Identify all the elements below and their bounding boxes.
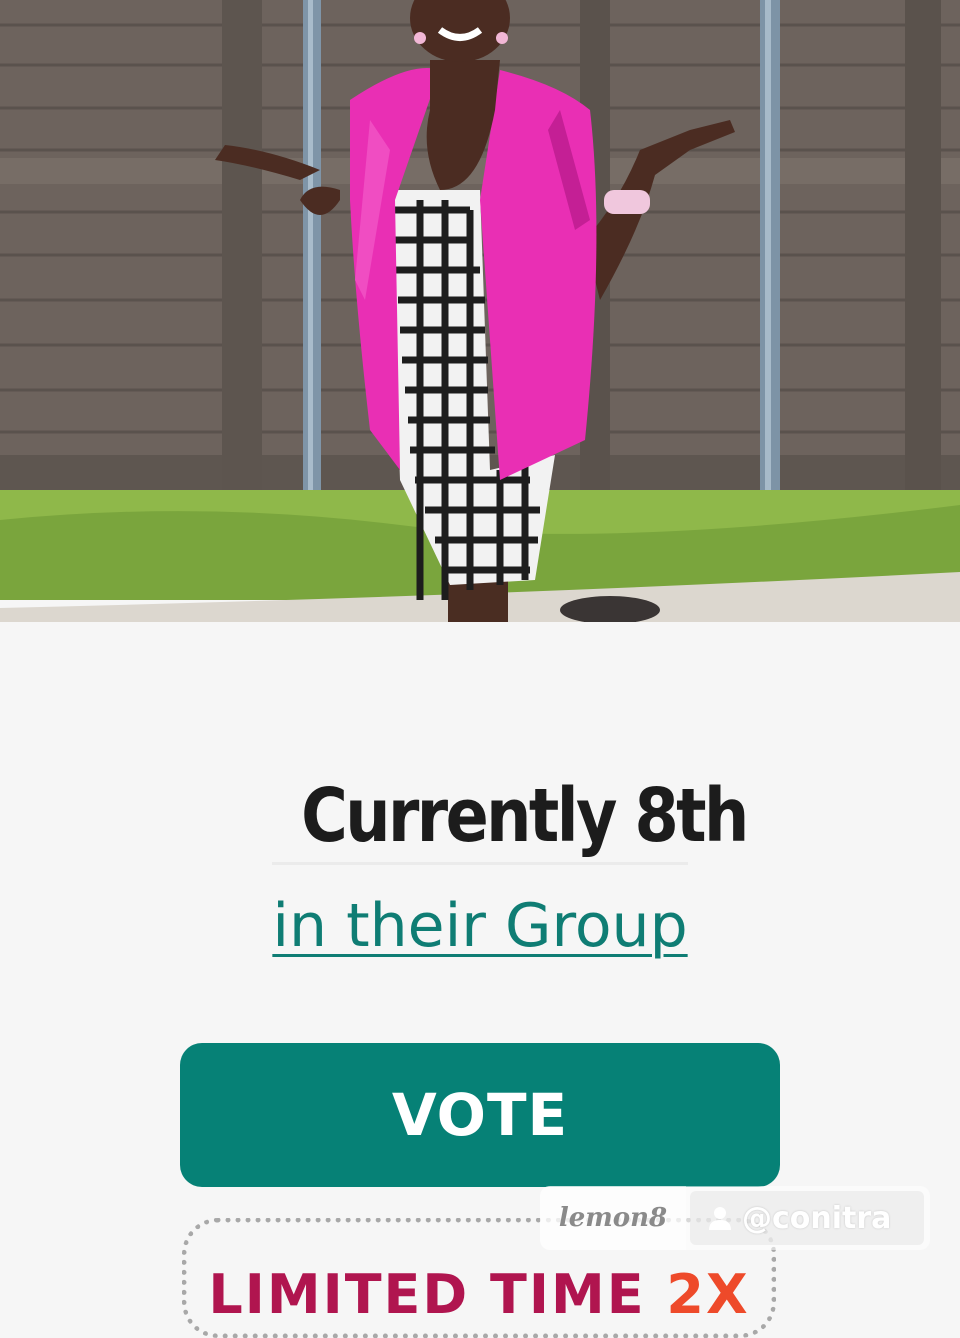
rank-divider — [272, 862, 688, 865]
lemon8-logo: lemon8 — [540, 1186, 686, 1250]
group-link[interactable]: in their Group — [240, 888, 720, 968]
promo-multiplier: 2X — [666, 1263, 750, 1326]
promo-text: LIMITED TIME 2X — [187, 1263, 771, 1326]
contestant-photo — [0, 0, 960, 622]
user-icon — [708, 1205, 732, 1231]
promo-prefix: LIMITED TIME — [208, 1263, 667, 1326]
lemon8-watermark: lemon8 @conitra — [540, 1186, 930, 1250]
watermark-user: @conitra — [690, 1191, 924, 1245]
rank-heading: Currently 8th — [301, 773, 749, 859]
vote-button[interactable]: VOTE — [180, 1043, 780, 1187]
watermark-username: @conitra — [742, 1200, 892, 1236]
